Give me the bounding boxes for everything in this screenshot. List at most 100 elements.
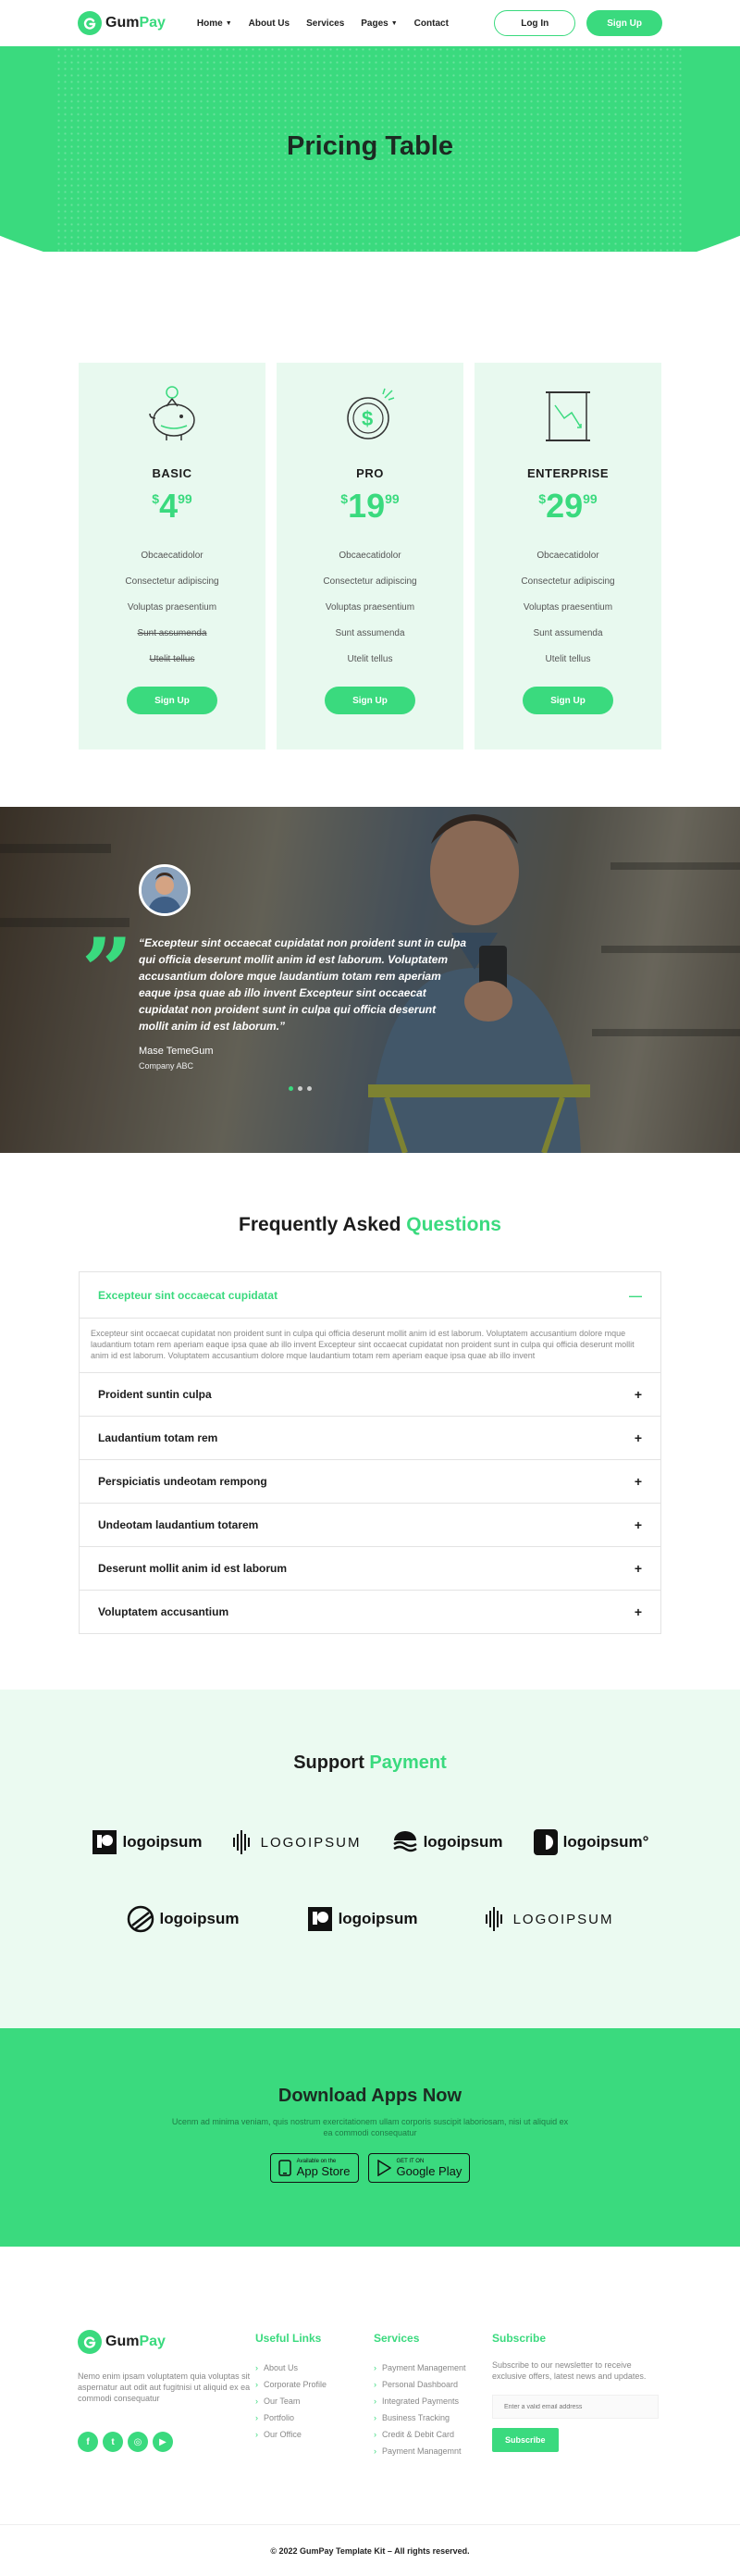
- plan-signup-button[interactable]: Sign Up: [325, 687, 415, 714]
- faq-item: Deserunt mollit anim id est laborum +: [80, 1547, 660, 1591]
- carousel-dot[interactable]: [289, 1086, 293, 1091]
- waves-icon: [392, 1831, 417, 1852]
- faq-question[interactable]: Laudantium totam rem +: [80, 1417, 660, 1459]
- partner-logos-row: logoipsum LOGOIPSUM logoipsum logoipsum°: [0, 1829, 740, 1855]
- instagram-icon[interactable]: ◎: [128, 2432, 148, 2452]
- brand-logo[interactable]: GumPay: [78, 11, 166, 35]
- avatar: [139, 864, 191, 916]
- feature-item: Obcaecatidolor: [339, 551, 401, 561]
- faq-question[interactable]: Excepteur sint occaecat cupidatat —: [80, 1272, 660, 1319]
- footer-link[interactable]: Personal Dashboard: [374, 2376, 492, 2393]
- slash-circle-icon: [127, 1905, 154, 1933]
- plus-icon: +: [634, 1517, 642, 1532]
- nav-home[interactable]: Home ▼: [197, 19, 232, 29]
- nav-pages[interactable]: Pages ▼: [361, 19, 397, 29]
- play-icon: [376, 2160, 391, 2176]
- carousel-dot[interactable]: [298, 1086, 302, 1091]
- feature-item: Utelit tellus: [347, 654, 393, 664]
- google-play-button[interactable]: GET IT ON Google Play: [367, 2153, 471, 2183]
- site-footer: GumPay Nemo enim ipsam voluptatem quia v…: [0, 2247, 740, 2524]
- carousel-dot[interactable]: [307, 1086, 312, 1091]
- email-field[interactable]: [492, 2395, 659, 2419]
- feature-item: Consectetur adipiscing: [125, 576, 219, 587]
- faq-question[interactable]: Voluptatem accusantium +: [80, 1591, 660, 1633]
- partner-logo: LOGOIPSUM: [485, 1907, 614, 1931]
- nav-services[interactable]: Services: [306, 19, 344, 29]
- faq-item: Undeotam laudantium totarem +: [80, 1504, 660, 1547]
- faq-section: Frequently Asked Questions Excepteur sin…: [0, 1214, 740, 1634]
- partner-logo: LOGOIPSUM: [232, 1830, 362, 1854]
- footer-link[interactable]: Portfolio: [255, 2409, 374, 2426]
- feature-item: Utelit tellus: [149, 654, 195, 664]
- faq-question[interactable]: Undeotam laudantium totarem +: [80, 1504, 660, 1546]
- feature-item: Utelit tellus: [545, 654, 591, 664]
- footer-link[interactable]: Credit & Debit Card: [374, 2426, 492, 2443]
- support-title: Support Payment: [293, 1752, 447, 1773]
- faq-question[interactable]: Perspiciatis undeotam rempong +: [80, 1460, 660, 1503]
- feature-item: Obcaecatidolor: [141, 551, 204, 561]
- plan-signup-button[interactable]: Sign Up: [523, 687, 613, 714]
- footer-column-title: Useful Links: [255, 2332, 322, 2345]
- main-nav: Home ▼ About Us Services Pages ▼ Contact: [197, 19, 449, 29]
- svg-text:$: $: [362, 407, 373, 430]
- plan-features: Obcaecatidolor Consectetur adipiscing Vo…: [521, 543, 614, 673]
- feature-item: Consectetur adipiscing: [521, 576, 615, 587]
- footer-link[interactable]: Corporate Profile: [255, 2376, 374, 2393]
- plan-price: $29 99: [538, 487, 598, 525]
- support-payment-section: Support Payment logoipsum LOGOIPSUM logo…: [0, 1690, 740, 2028]
- footer-services: Services Payment Management Personal Das…: [374, 2330, 492, 2524]
- footer-link[interactable]: Integrated Payments: [374, 2393, 492, 2409]
- feature-item: Voluptas praesentium: [325, 602, 415, 613]
- footer-logo[interactable]: GumPay: [78, 2330, 255, 2354]
- footer-link[interactable]: Payment Managemnt: [374, 2443, 492, 2459]
- subscribe-button[interactable]: Subscribe: [492, 2428, 559, 2452]
- nav-contact[interactable]: Contact: [414, 19, 449, 29]
- footer-link[interactable]: About Us: [255, 2359, 374, 2376]
- plan-price: $4 99: [152, 487, 192, 525]
- faq-item: Laudantium totam rem +: [80, 1417, 660, 1460]
- footer-link[interactable]: Our Team: [255, 2393, 374, 2409]
- faq-question[interactable]: Proident suntin culpa +: [80, 1373, 660, 1416]
- feature-item: Sunt assumenda: [533, 628, 603, 638]
- header-actions: Log In Sign Up: [494, 10, 662, 36]
- footer-link[interactable]: Business Tracking: [374, 2409, 492, 2426]
- testimonial-company: Company ABC: [139, 1061, 194, 1071]
- plan-price: $19 99: [340, 487, 400, 525]
- faq-accordion: Excepteur sint occaecat cupidatat — Excep…: [79, 1271, 661, 1634]
- social-links: f t ◎ ▶: [78, 2432, 255, 2452]
- site-header: GumPay Home ▼ About Us Services Pages ▼ Co…: [0, 0, 740, 46]
- facebook-icon[interactable]: f: [78, 2432, 98, 2452]
- feature-item: Voluptas praesentium: [127, 602, 217, 613]
- coin-dollar-icon: $: [347, 388, 395, 440]
- testimonial-author: Mase TemeGum: [139, 1046, 214, 1057]
- chevron-down-icon: ▼: [390, 19, 398, 27]
- signup-button[interactable]: Sign Up: [586, 10, 662, 36]
- faq-question[interactable]: Deserunt mollit anim id est laborum +: [80, 1547, 660, 1590]
- footer-about: GumPay Nemo enim ipsam voluptatem quia v…: [78, 2330, 255, 2524]
- youtube-icon[interactable]: ▶: [153, 2432, 173, 2452]
- plan-name: ENTERPRISE: [526, 466, 610, 480]
- footer-link[interactable]: Our Office: [255, 2426, 374, 2443]
- nav-about-us[interactable]: About Us: [249, 19, 290, 29]
- footer-column-title: Subscribe: [492, 2332, 547, 2345]
- footer-link[interactable]: Payment Management: [374, 2359, 492, 2376]
- download-apps-section: Download Apps Now Ucenm ad minima veniam…: [0, 2028, 740, 2247]
- bars-icon: [232, 1830, 250, 1854]
- plan-signup-button[interactable]: Sign Up: [127, 687, 217, 714]
- feature-item: Voluptas praesentium: [523, 602, 613, 613]
- half-circle-icon: [533, 1829, 558, 1855]
- chevron-down-icon: ▼: [225, 19, 232, 27]
- login-button[interactable]: Log In: [494, 10, 576, 36]
- partner-logo: logoipsum: [127, 1905, 239, 1933]
- twitter-icon[interactable]: t: [103, 2432, 123, 2452]
- app-store-button[interactable]: Available on the App Store: [269, 2153, 359, 2183]
- piggy-bank-icon: [149, 386, 195, 440]
- pricing-card-pro: $ PRO $19 99 Obcaecatidolor Consectetur a…: [277, 363, 463, 749]
- footer-useful-links: Useful Links About Us Corporate Profile …: [255, 2330, 374, 2524]
- faq-title: Frequently Asked Questions: [239, 1214, 501, 1235]
- faq-item: Excepteur sint occaecat cupidatat — Excep…: [80, 1272, 660, 1373]
- phone-icon: [278, 2160, 291, 2176]
- carousel-dots: [289, 1086, 312, 1091]
- brand-name: GumPay: [105, 2334, 166, 2349]
- testimonial-quote: “Excepteur sint occaecat cupidatat non p…: [139, 936, 467, 1033]
